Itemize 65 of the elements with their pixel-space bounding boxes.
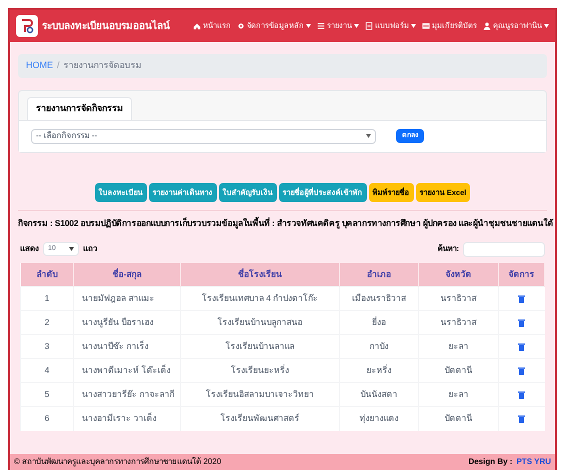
column-header[interactable]: ลำดับ	[36, 268, 58, 279]
table-cell: 6	[44, 413, 50, 424]
table-cell: นางอามีเราะ วาเด็ง	[82, 413, 156, 424]
table-cell: ปัตตานี	[444, 365, 472, 376]
table-cell: นางนูรียัน บือราเฮง	[82, 317, 154, 328]
table-cell: 3	[44, 341, 50, 352]
rows-label: แถว	[83, 243, 97, 255]
search-field[interactable]	[463, 242, 545, 256]
document-icon	[365, 22, 373, 30]
delete-icon[interactable]	[518, 294, 526, 303]
table-cell: 1	[44, 293, 50, 304]
table-cell: นราธิวาส	[440, 317, 476, 328]
delete-icon[interactable]	[518, 390, 526, 399]
table-cell: ยะลา	[448, 389, 468, 400]
table-cell: กาบัง	[370, 341, 388, 352]
search-label: ค้นหา:	[437, 243, 459, 255]
table-cell: นราธิวาส	[440, 293, 476, 304]
delete-icon[interactable]	[518, 366, 526, 375]
table-cell: บันนังสตา	[360, 389, 398, 400]
table-cell: นายมัฟฎอล สาแมะ	[82, 293, 154, 304]
breadcrumb-current: รายงานการจัดอบรม	[64, 59, 142, 72]
table-cell: ยะลา	[448, 341, 468, 352]
table-cell: 4	[44, 365, 50, 376]
table-cell: โรงเรียนพัฒนศาสตร์	[220, 413, 300, 424]
table-cell: โรงเรียนยะหริ่ง	[231, 365, 289, 376]
logo-icon	[16, 15, 38, 37]
table-cell: โรงเรียนบ้านลาแล	[226, 341, 294, 352]
table-cell: โรงเรียนบ้านบลูกาสนอ	[218, 317, 302, 328]
list-icon	[317, 22, 325, 30]
delete-icon[interactable]	[518, 342, 526, 351]
table-cell: 5	[44, 389, 50, 400]
table-cell: ยี่งอ	[372, 317, 386, 328]
breadcrumb-link[interactable]: HOME	[26, 59, 53, 73]
card-tab[interactable]: รายงานการจัดกิจกรรม	[27, 97, 132, 120]
table-cell: เมืองนราธิวาส	[352, 293, 406, 304]
design-label: Design By :	[468, 456, 512, 468]
design-link[interactable]: PTS YRU	[516, 456, 551, 468]
column-header[interactable]: จัดการ	[508, 268, 534, 279]
user-icon	[483, 22, 491, 30]
table-cell: นางนาปีซ๊ะ กาเร็ง	[82, 341, 148, 352]
column-header[interactable]: ชื่อ-สกุล	[112, 268, 142, 279]
table-cell: ยะหริ่ง	[366, 365, 392, 376]
table-cell: โรงเรียนอิสลามบาเจาะวิทยา	[206, 389, 314, 400]
column-header[interactable]: จังหวัด	[446, 268, 472, 279]
delete-icon[interactable]	[518, 415, 526, 424]
caret-icon	[69, 247, 74, 251]
table-cell: ปัตตานี	[444, 413, 472, 424]
copyright-text: © สถาบันพัฒนาครูและบุคลากรทางการศึกษาชายแดนใต้ 2020	[14, 456, 222, 468]
show-label: แสดง	[20, 243, 39, 255]
table-cell: ทุ่งยางแดง	[360, 413, 398, 424]
caret-icon	[366, 134, 371, 138]
certificate-icon	[422, 22, 430, 30]
table-cell: นางสาวยารีย๊ะ กาจะลากี	[82, 389, 174, 400]
column-header[interactable]: อำเภอ	[367, 268, 391, 279]
activity-description: กิจกรรม : S1002 อบรมปฏิบัติการออกแบบการเก็บรวบรวมข้อมูลในพื้นที่ : สำรวจทัศนคติครู บุคลากรทางการศึกษา ผู้ปกครอง และผู้นำชุมชนชายแดนใต้	[17, 216, 554, 230]
table-cell: โรงเรียนเทศบาล 4 กำปงตาโก๊ะ	[202, 293, 318, 304]
brand-title[interactable]: ระบบลงทะเบียนอบรมออนไลน์	[42, 18, 170, 34]
delete-icon[interactable]	[518, 318, 526, 327]
home-icon	[193, 22, 201, 30]
column-header[interactable]: ชื่อโรงเรียน	[238, 268, 282, 279]
activity-select[interactable]: -- เลือกกิจกรรม --	[31, 128, 376, 144]
breadcrumb-separator: /	[57, 59, 60, 72]
settings-icon	[237, 22, 245, 30]
table-cell: นางพาตีเมาะห์ โต๊ะเด็ง	[82, 365, 170, 376]
table-cell: 2	[44, 317, 50, 328]
